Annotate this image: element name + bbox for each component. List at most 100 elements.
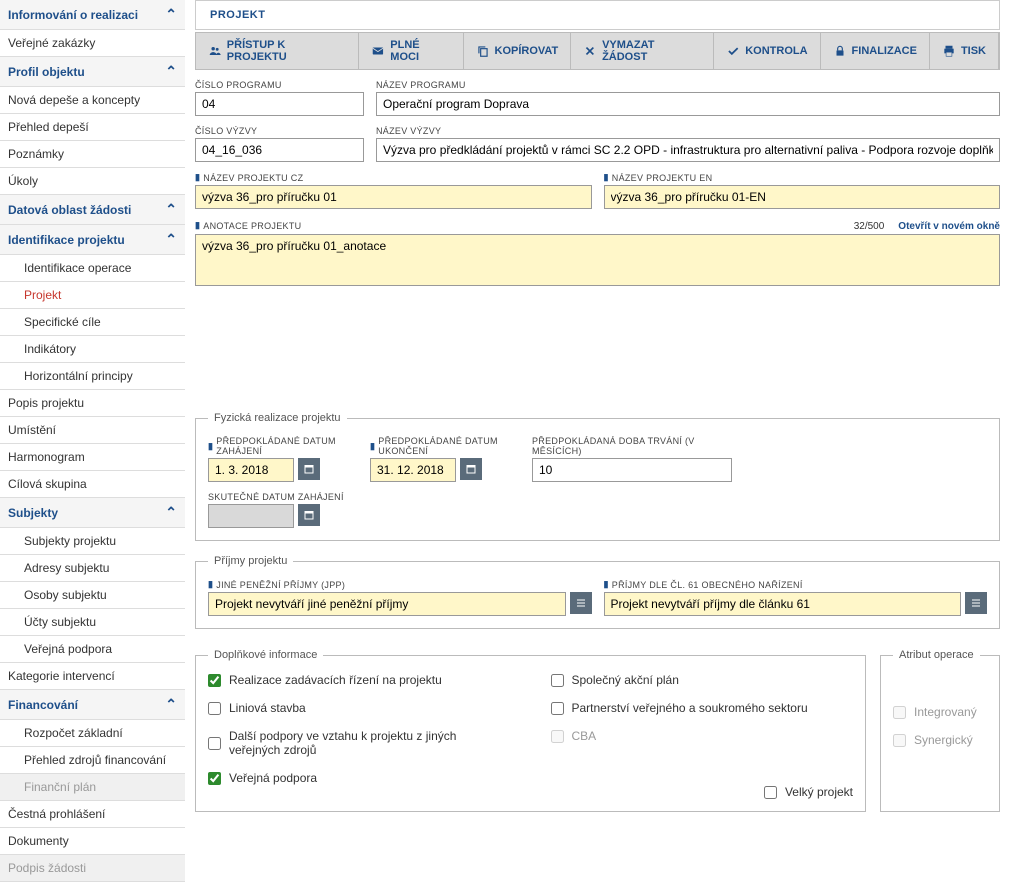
- sidebar-item-verejna[interactable]: Veřejná podpora: [0, 636, 185, 663]
- toolbar: PŘÍSTUP K PROJEKTU PLNÉ MOCI KOPÍROVAT V…: [195, 32, 1000, 70]
- fieldset-fyz: Fyzická realizace projektu ▮PŘEDPOKLÁDAN…: [195, 412, 1000, 541]
- label-callnum: ČÍSLO VÝZVY: [195, 126, 364, 136]
- label-callname: NÁZEV VÝZVY: [376, 126, 1000, 136]
- check-integr[interactable]: Integrovaný: [893, 705, 987, 719]
- calendar-icon: [465, 463, 477, 475]
- input-realstart[interactable]: [208, 504, 294, 528]
- input-start[interactable]: [208, 458, 294, 482]
- chevron-up-icon: ⌃: [165, 201, 177, 218]
- check-spolecny[interactable]: Společný akční plán: [551, 673, 854, 687]
- check-icon: [726, 44, 740, 58]
- calendar-icon: [303, 463, 315, 475]
- tool-copy[interactable]: KOPÍROVAT: [464, 33, 572, 69]
- link-newwin[interactable]: Otevřít v novém okně: [898, 221, 1000, 232]
- input-end[interactable]: [370, 458, 456, 482]
- sidebar-sec-financ[interactable]: Financování⌃: [0, 690, 185, 720]
- check-dalsi[interactable]: Další podpory ve vztahu k projektu z jin…: [208, 729, 511, 757]
- input-art61[interactable]: [604, 592, 962, 616]
- check-synerg[interactable]: Synergický: [893, 733, 987, 747]
- sidebar-item-adresy[interactable]: Adresy subjektu: [0, 555, 185, 582]
- label-prognum: ČÍSLO PROGRAMU: [195, 80, 364, 90]
- tool-power[interactable]: PLNÉ MOCI: [359, 33, 463, 69]
- sidebar-item-popis[interactable]: Popis projektu: [0, 390, 185, 417]
- main: PROJEKT PŘÍSTUP K PROJEKTU PLNÉ MOCI KOP…: [185, 0, 1010, 882]
- input-jpp[interactable]: [208, 592, 566, 616]
- sidebar-item-poznamky[interactable]: Poznámky: [0, 141, 185, 168]
- sidebar-item-specifcile[interactable]: Specifické cíle: [0, 309, 185, 336]
- check-cba[interactable]: CBA: [551, 729, 854, 743]
- calendar-icon: [303, 509, 315, 521]
- check-realizace[interactable]: Realizace zadávacích řízení na projektu: [208, 673, 511, 687]
- input-progname[interactable]: [376, 92, 1000, 116]
- sidebar-sec-profil[interactable]: Profil objektu⌃: [0, 57, 185, 87]
- lock-icon: [833, 44, 847, 58]
- sidebar-item-projekt[interactable]: Projekt: [0, 282, 185, 309]
- check-velky[interactable]: Velký projekt: [551, 785, 854, 799]
- check-partner[interactable]: Partnerství veřejného a soukromého sekto…: [551, 701, 854, 715]
- label-jpp: ▮JINÉ PENĚŽNÍ PŘÍJMY (JPP): [208, 579, 592, 590]
- label-art61: ▮PŘÍJMY DLE ČL. 61 OBECNÉHO NAŘÍZENÍ: [604, 579, 988, 590]
- tool-print[interactable]: TISK: [930, 33, 999, 69]
- envelope-icon: [371, 44, 385, 58]
- chevron-up-icon: ⌃: [165, 504, 177, 521]
- sidebar-item-horiz[interactable]: Horizontální principy: [0, 363, 185, 390]
- sidebar-item-ukoly[interactable]: Úkoly: [0, 168, 185, 195]
- select-button[interactable]: [965, 592, 987, 614]
- calendar-button[interactable]: [460, 458, 482, 480]
- input-dur[interactable]: [532, 458, 732, 482]
- label-projen: ▮NÁZEV PROJEKTU EN: [604, 172, 1001, 183]
- sidebar-item-prehled[interactable]: Přehled depeší: [0, 114, 185, 141]
- sidebar-item-kategorie[interactable]: Kategorie intervencí: [0, 663, 185, 690]
- sidebar-item-indikatory[interactable]: Indikátory: [0, 336, 185, 363]
- calendar-button[interactable]: [298, 504, 320, 526]
- sidebar-item-podpis[interactable]: Podpis žádosti: [0, 855, 185, 882]
- sidebar-item-umisteni[interactable]: Umístění: [0, 417, 185, 444]
- sidebar-item-finplan[interactable]: Finanční plán: [0, 774, 185, 801]
- tool-finalize[interactable]: FINALIZACE: [821, 33, 930, 69]
- sidebar-item-harmon[interactable]: Harmonogram: [0, 444, 185, 471]
- sidebar-item-cestna[interactable]: Čestná prohlášení: [0, 801, 185, 828]
- required-icon: ▮: [195, 172, 200, 183]
- select-button[interactable]: [570, 592, 592, 614]
- input-projen[interactable]: [604, 185, 1001, 209]
- tab-projekt[interactable]: PROJEKT: [196, 1, 279, 29]
- input-callnum[interactable]: [195, 138, 364, 162]
- check-verejna[interactable]: Veřejná podpora: [208, 771, 511, 785]
- calendar-button[interactable]: [298, 458, 320, 480]
- label-realstart: SKUTEČNÉ DATUM ZAHÁJENÍ: [208, 492, 358, 502]
- input-callname[interactable]: [376, 138, 1000, 162]
- input-projcz[interactable]: [195, 185, 592, 209]
- label-start: ▮PŘEDPOKLÁDANÉ DATUM ZAHÁJENÍ: [208, 436, 358, 456]
- check-liniova[interactable]: Liniová stavba: [208, 701, 511, 715]
- sidebar-item-osoby[interactable]: Osoby subjektu: [0, 582, 185, 609]
- chevron-up-icon: ⌃: [165, 63, 177, 80]
- sidebar-item-rozpocet[interactable]: Rozpočet základní: [0, 720, 185, 747]
- input-prognum[interactable]: [195, 92, 364, 116]
- sidebar-item-depese[interactable]: Nová depeše a koncepty: [0, 87, 185, 114]
- sidebar-item-ident-op[interactable]: Identifikace operace: [0, 255, 185, 282]
- list-icon: [970, 597, 982, 609]
- sidebar-sec-datova[interactable]: Datová oblast žádosti⌃: [0, 195, 185, 225]
- sidebar-sec-subjekty[interactable]: Subjekty⌃: [0, 498, 185, 528]
- chevron-up-icon: ⌃: [165, 231, 177, 248]
- legend-fyz: Fyzická realizace projektu: [208, 412, 347, 424]
- sidebar-sec-realizace[interactable]: Informování o realizaci⌃: [0, 0, 185, 30]
- chevron-up-icon: ⌃: [165, 6, 177, 23]
- legend-attr: Atribut operace: [893, 649, 980, 661]
- copy-icon: [476, 44, 490, 58]
- sidebar-item-dokumenty[interactable]: Dokumenty: [0, 828, 185, 855]
- tool-access[interactable]: PŘÍSTUP K PROJEKTU: [196, 33, 359, 69]
- required-icon: ▮: [370, 441, 375, 452]
- tool-delete[interactable]: VYMAZAT ŽÁDOST: [571, 33, 714, 69]
- sidebar-item-ucty[interactable]: Účty subjektu: [0, 609, 185, 636]
- sidebar-item-cilova[interactable]: Cílová skupina: [0, 471, 185, 498]
- sidebar-sec-identifikace[interactable]: Identifikace projektu⌃: [0, 225, 185, 255]
- tool-check[interactable]: KONTROLA: [714, 33, 820, 69]
- legend-addl: Doplňkové informace: [208, 649, 323, 661]
- people-icon: [208, 44, 222, 58]
- print-icon: [942, 44, 956, 58]
- chevron-up-icon: ⌃: [165, 696, 177, 713]
- sidebar-item-subj-proj[interactable]: Subjekty projektu: [0, 528, 185, 555]
- sidebar-item-vz[interactable]: Veřejné zakázky: [0, 30, 185, 57]
- textarea-annot[interactable]: výzva 36_pro příručku 01_anotace: [195, 234, 1000, 286]
